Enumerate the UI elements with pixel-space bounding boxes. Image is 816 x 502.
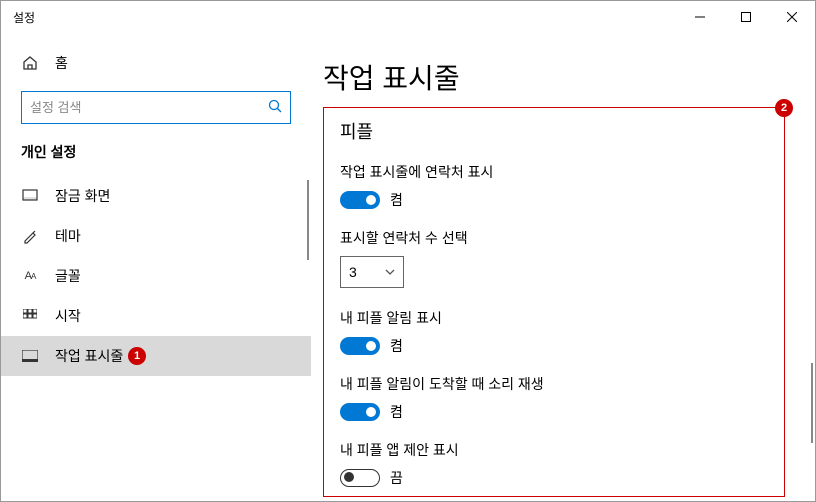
close-button[interactable] [769, 1, 815, 33]
content-area: 작업 표시줄 2 피플 작업 표시줄에 연락처 표시 켬 표시할 연락처 수 선… [311, 33, 815, 501]
setting-label: 내 피플 알림이 도착할 때 소리 재생 [340, 374, 768, 394]
sidebar-item-label: 글꼴 [55, 266, 81, 286]
sidebar-item-label: 잠금 화면 [55, 186, 110, 206]
sidebar-item-start[interactable]: 시작 [1, 296, 311, 336]
sidebar-item-label: 작업 표시줄 [55, 346, 123, 366]
setting-label: 표시할 연락처 수 선택 [340, 228, 768, 248]
toggle-state: 켬 [390, 336, 403, 356]
home-icon [21, 55, 39, 71]
search-input[interactable] [30, 100, 268, 115]
annotation-box-2: 2 피플 작업 표시줄에 연락처 표시 켬 표시할 연락처 수 선택 3 내 피… [323, 107, 785, 497]
select-value: 3 [349, 264, 357, 280]
home-nav[interactable]: 홈 [1, 43, 311, 83]
sidebar: 홈 개인 설정 잠금 화면 테마 AA [1, 33, 311, 501]
setting-label: 작업 표시줄에 연락처 표시 [340, 162, 768, 182]
window-title: 설정 [13, 9, 677, 26]
sidebar-item-lockscreen[interactable]: 잠금 화면 [1, 176, 311, 216]
section-title: 개인 설정 [1, 142, 311, 176]
page-title: 작업 표시줄 [323, 33, 785, 103]
toggle-app-suggestions[interactable] [340, 469, 380, 487]
sidebar-item-label: 테마 [55, 226, 81, 246]
toggle-state: 켬 [390, 190, 403, 210]
sidebar-item-taskbar[interactable]: 작업 표시줄 1 [1, 336, 311, 376]
toggle-state: 끔 [390, 468, 403, 488]
toggle-people-notifications[interactable] [340, 337, 380, 355]
minimize-button[interactable] [677, 1, 723, 33]
scrollbar[interactable] [307, 180, 309, 260]
home-label: 홈 [55, 53, 68, 73]
start-icon [21, 309, 39, 323]
setting-label: 내 피플 앱 제안 표시 [340, 440, 768, 460]
themes-icon [21, 228, 39, 244]
titlebar: 설정 [1, 1, 815, 33]
sidebar-item-themes[interactable]: 테마 [1, 216, 311, 256]
taskbar-icon [21, 350, 39, 362]
annotation-marker-1: 1 [128, 347, 146, 365]
lockscreen-icon [21, 189, 39, 203]
people-heading: 피플 [340, 118, 768, 144]
maximize-button[interactable] [723, 1, 769, 33]
search-input-wrap[interactable] [21, 91, 291, 124]
scrollbar[interactable] [811, 363, 813, 443]
chevron-down-icon [385, 267, 395, 278]
toggle-state: 켬 [390, 402, 403, 422]
sidebar-item-label: 시작 [55, 306, 81, 326]
search-icon [268, 99, 282, 116]
toggle-notification-sound[interactable] [340, 403, 380, 421]
fonts-icon: AA [21, 270, 39, 282]
annotation-marker-2: 2 [775, 99, 793, 117]
sidebar-item-fonts[interactable]: AA 글꼴 [1, 256, 311, 296]
setting-label: 내 피플 알림 표시 [340, 308, 768, 328]
contacts-count-select[interactable]: 3 [340, 256, 404, 288]
toggle-contacts-on-taskbar[interactable] [340, 191, 380, 209]
